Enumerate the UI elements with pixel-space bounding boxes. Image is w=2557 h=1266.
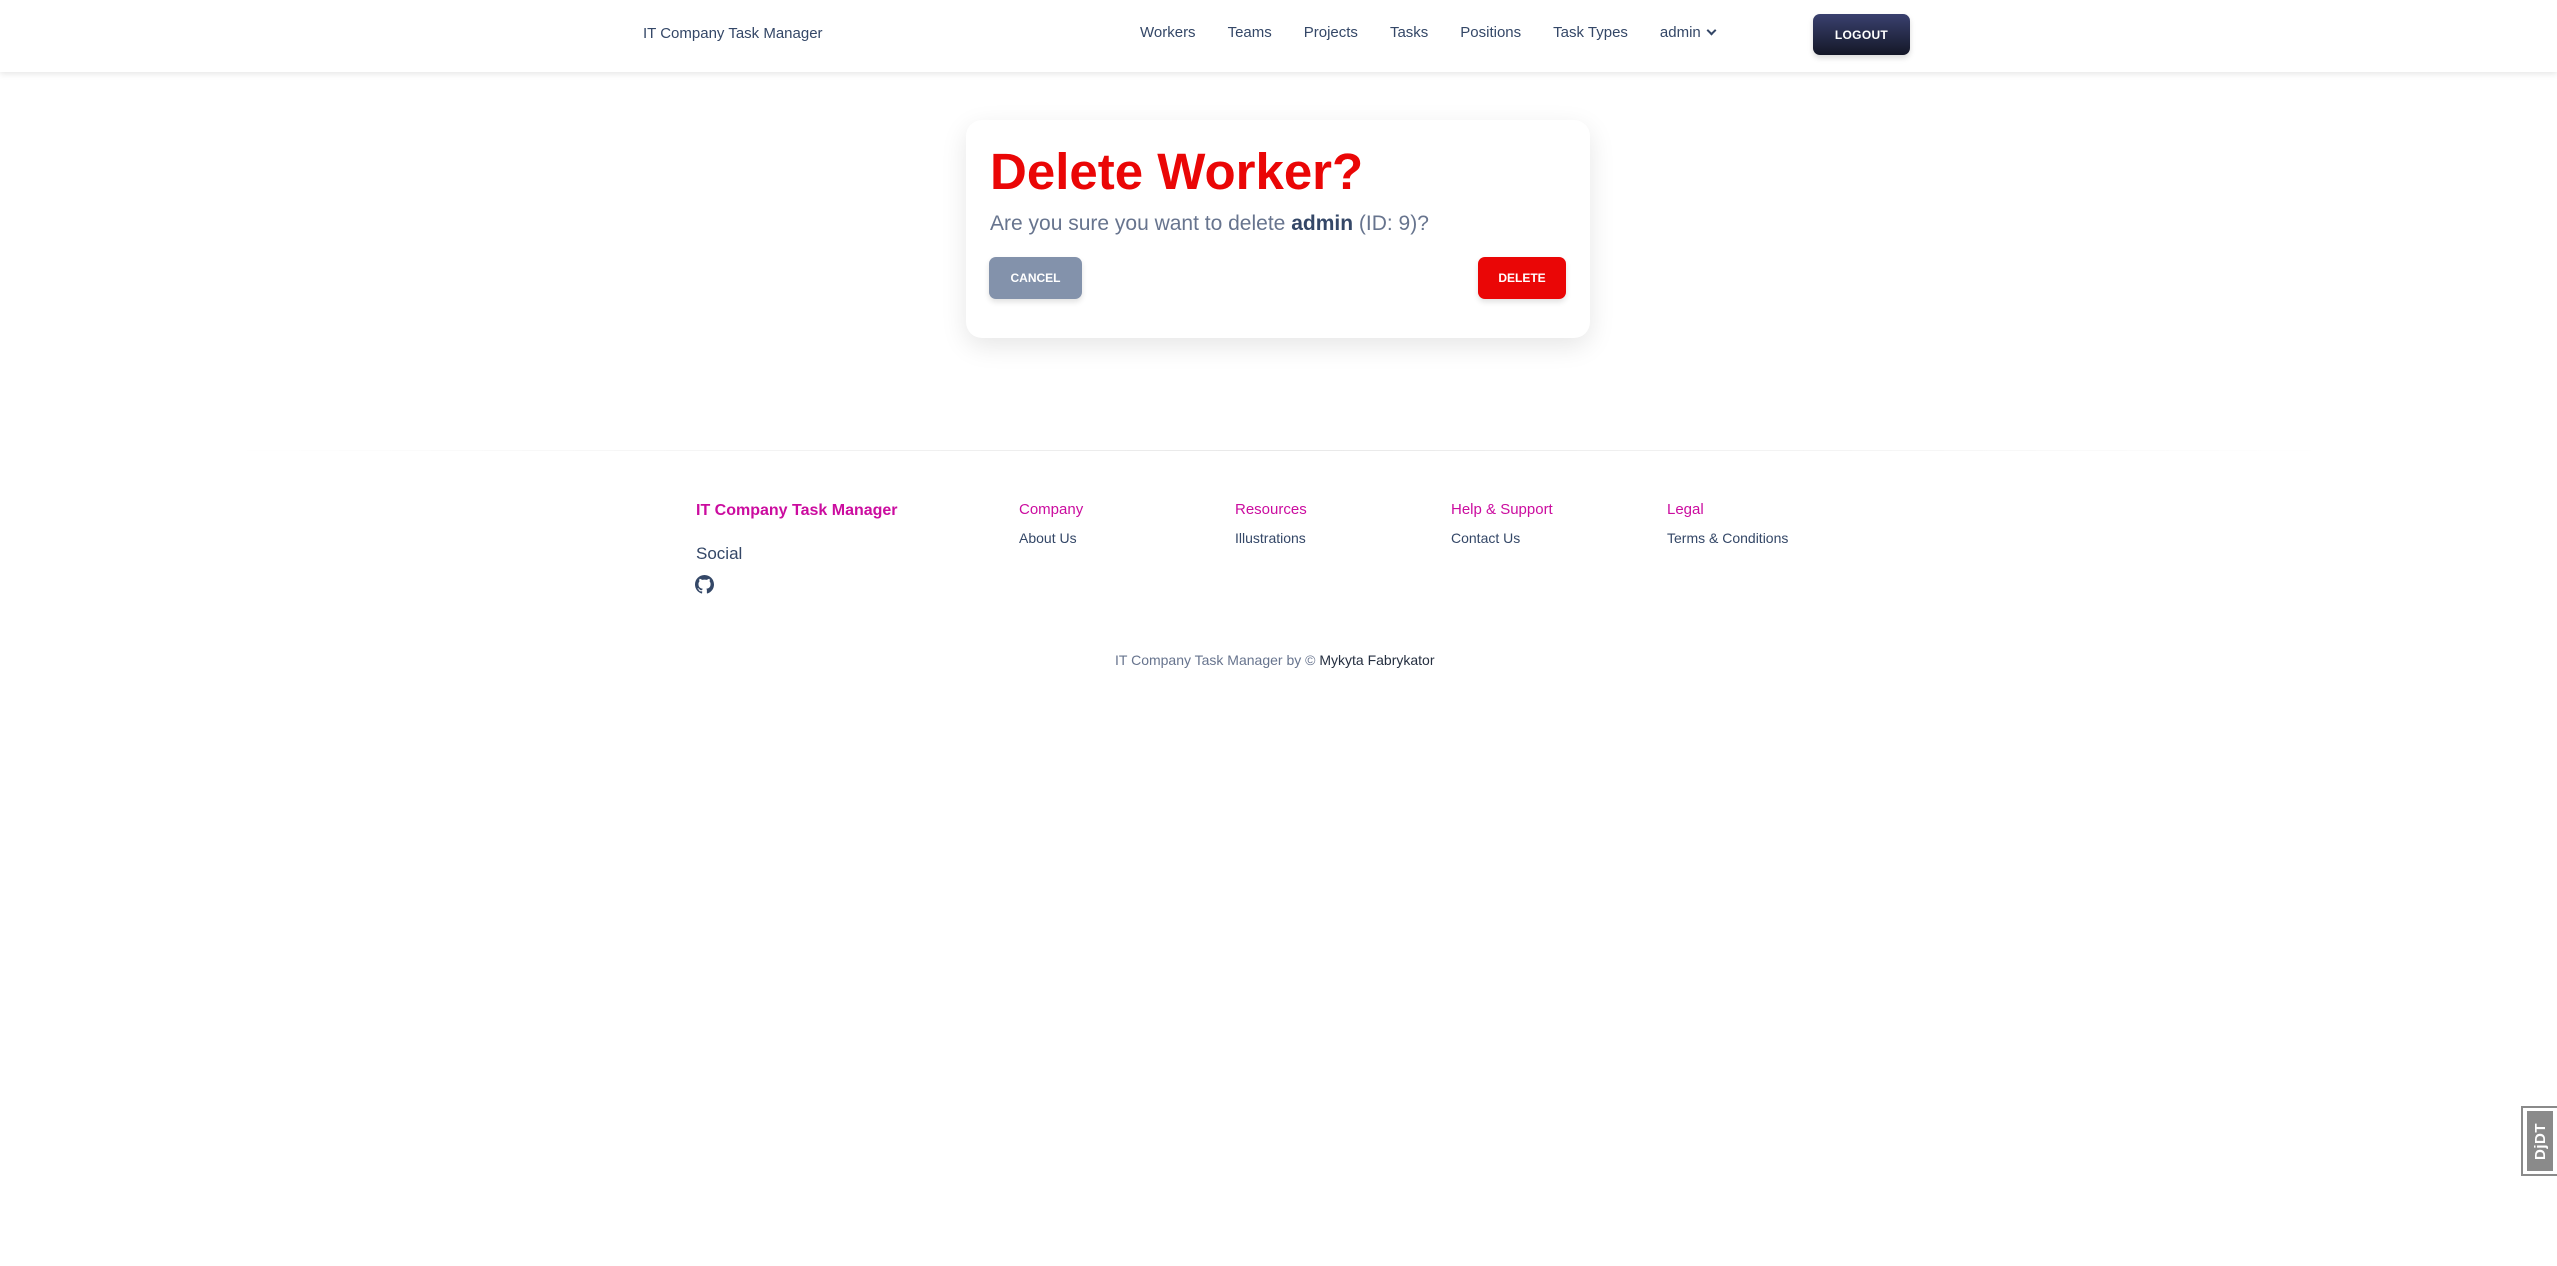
- footer-link-illustrations[interactable]: Illustrations: [1235, 530, 1307, 546]
- page-title: Delete Worker?: [990, 143, 1364, 200]
- footer-link-contact-us[interactable]: Contact Us: [1451, 530, 1553, 546]
- worker-username: admin: [1291, 212, 1354, 235]
- footer-link-about-us[interactable]: About Us: [1019, 530, 1083, 546]
- nav-link-task-types[interactable]: Task Types: [1553, 24, 1628, 41]
- footer-column-legal: Legal Terms & Conditions: [1667, 501, 1788, 546]
- cancel-button[interactable]: CANCEL: [989, 257, 1082, 299]
- delete-button[interactable]: DELETE: [1478, 257, 1566, 299]
- footer-column-title: Help & Support: [1451, 501, 1553, 518]
- user-dropdown-label: admin: [1659, 24, 1701, 41]
- footer-column-company: Company About Us: [1019, 501, 1083, 546]
- footer-brand: IT Company Task Manager: [696, 502, 898, 519]
- confirmation-text-before: Are you sure you want to delete: [990, 212, 1292, 235]
- nav-link-teams[interactable]: Teams: [1228, 24, 1272, 41]
- footer-column-resources: Resources Illustrations: [1235, 501, 1307, 546]
- delete-confirmation-card: Delete Worker? Are you sure you want to …: [966, 120, 1590, 338]
- top-navbar: IT Company Task Manager Workers Teams Pr…: [0, 0, 2557, 72]
- debug-toolbar-label: DjDT: [2531, 1122, 2549, 1160]
- nav-link-workers[interactable]: Workers: [1140, 24, 1196, 41]
- debug-toolbar-handle[interactable]: DjDT: [2521, 1106, 2557, 1176]
- footer-column-title: Resources: [1235, 501, 1307, 518]
- confirmation-message: Are you sure you want to delete admin (I…: [990, 212, 1429, 236]
- confirmation-text-after: (ID: 9)?: [1353, 212, 1429, 235]
- nav-link-projects[interactable]: Projects: [1304, 24, 1358, 41]
- navbar-brand-link[interactable]: IT Company Task Manager: [643, 25, 823, 42]
- logout-button[interactable]: LOGOUT: [1813, 14, 1910, 55]
- footer-divider: [224, 450, 2334, 451]
- footer-link-terms-conditions[interactable]: Terms & Conditions: [1667, 530, 1788, 546]
- debug-toolbar-badge: DjDT: [2527, 1111, 2553, 1171]
- github-icon[interactable]: [695, 575, 714, 594]
- footer-column-title: Legal: [1667, 501, 1704, 518]
- copyright: IT Company Task Manager by © Mykyta Fabr…: [1115, 652, 1434, 668]
- footer-social-label: Social: [696, 544, 743, 563]
- footer-column-title: Company: [1019, 501, 1084, 518]
- nav-link-positions[interactable]: Positions: [1460, 24, 1521, 41]
- chevron-down-icon: [1706, 25, 1717, 36]
- user-dropdown[interactable]: admin: [1659, 24, 1717, 41]
- nav-link-tasks[interactable]: Tasks: [1390, 24, 1428, 41]
- copyright-text: IT Company Task Manager by ©: [1115, 652, 1320, 668]
- nav-links: Workers Teams Projects Tasks Positions T…: [1140, 24, 1717, 41]
- footer-column-help-support: Help & Support Contact Us: [1451, 501, 1553, 546]
- author-link[interactable]: Mykyta Fabrykator: [1319, 652, 1434, 668]
